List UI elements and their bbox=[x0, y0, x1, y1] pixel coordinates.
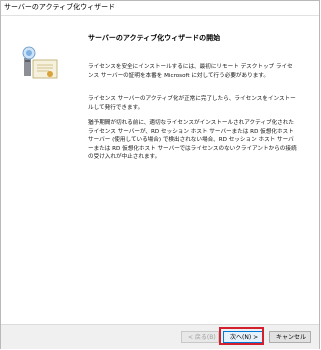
button-bar: < 戻る(B) 次へ(N) > キャンセル bbox=[1, 325, 319, 349]
grace-period-paragraph: 猶予期間が切れる前に、適切なライセンスがインストールされアクティブ化されたライセ… bbox=[88, 120, 297, 161]
next-button[interactable]: 次へ(N) > bbox=[223, 331, 263, 343]
window-title: サーバーのアクティブ化ウィザード bbox=[4, 3, 116, 11]
cancel-button[interactable]: キャンセル bbox=[269, 331, 311, 343]
wizard-window: サーバーのアクティブ化ウィザード サーバーのアクティブ化ウィザードの開始 ライセ… bbox=[0, 0, 320, 349]
page-heading: サーバーのアクティブ化ウィザードの開始 bbox=[88, 34, 221, 42]
back-button[interactable]: < 戻る(B) bbox=[181, 331, 219, 343]
side-panel bbox=[1, 16, 81, 324]
server-certificate-icon bbox=[22, 46, 58, 79]
title-bar: サーバーのアクティブ化ウィザード bbox=[1, 1, 319, 15]
activation-paragraph: ライセンス サーバーのアクティブ化が正常に完了したら、ライセンスをインストールし… bbox=[88, 96, 296, 111]
intro-paragraph: ライセンスを安全にインストールするには、最初にリモート デスクトップ ライセンス… bbox=[88, 64, 293, 79]
content-area: サーバーのアクティブ化ウィザードの開始 ライセンスを安全にインストールするには、… bbox=[85, 16, 313, 324]
